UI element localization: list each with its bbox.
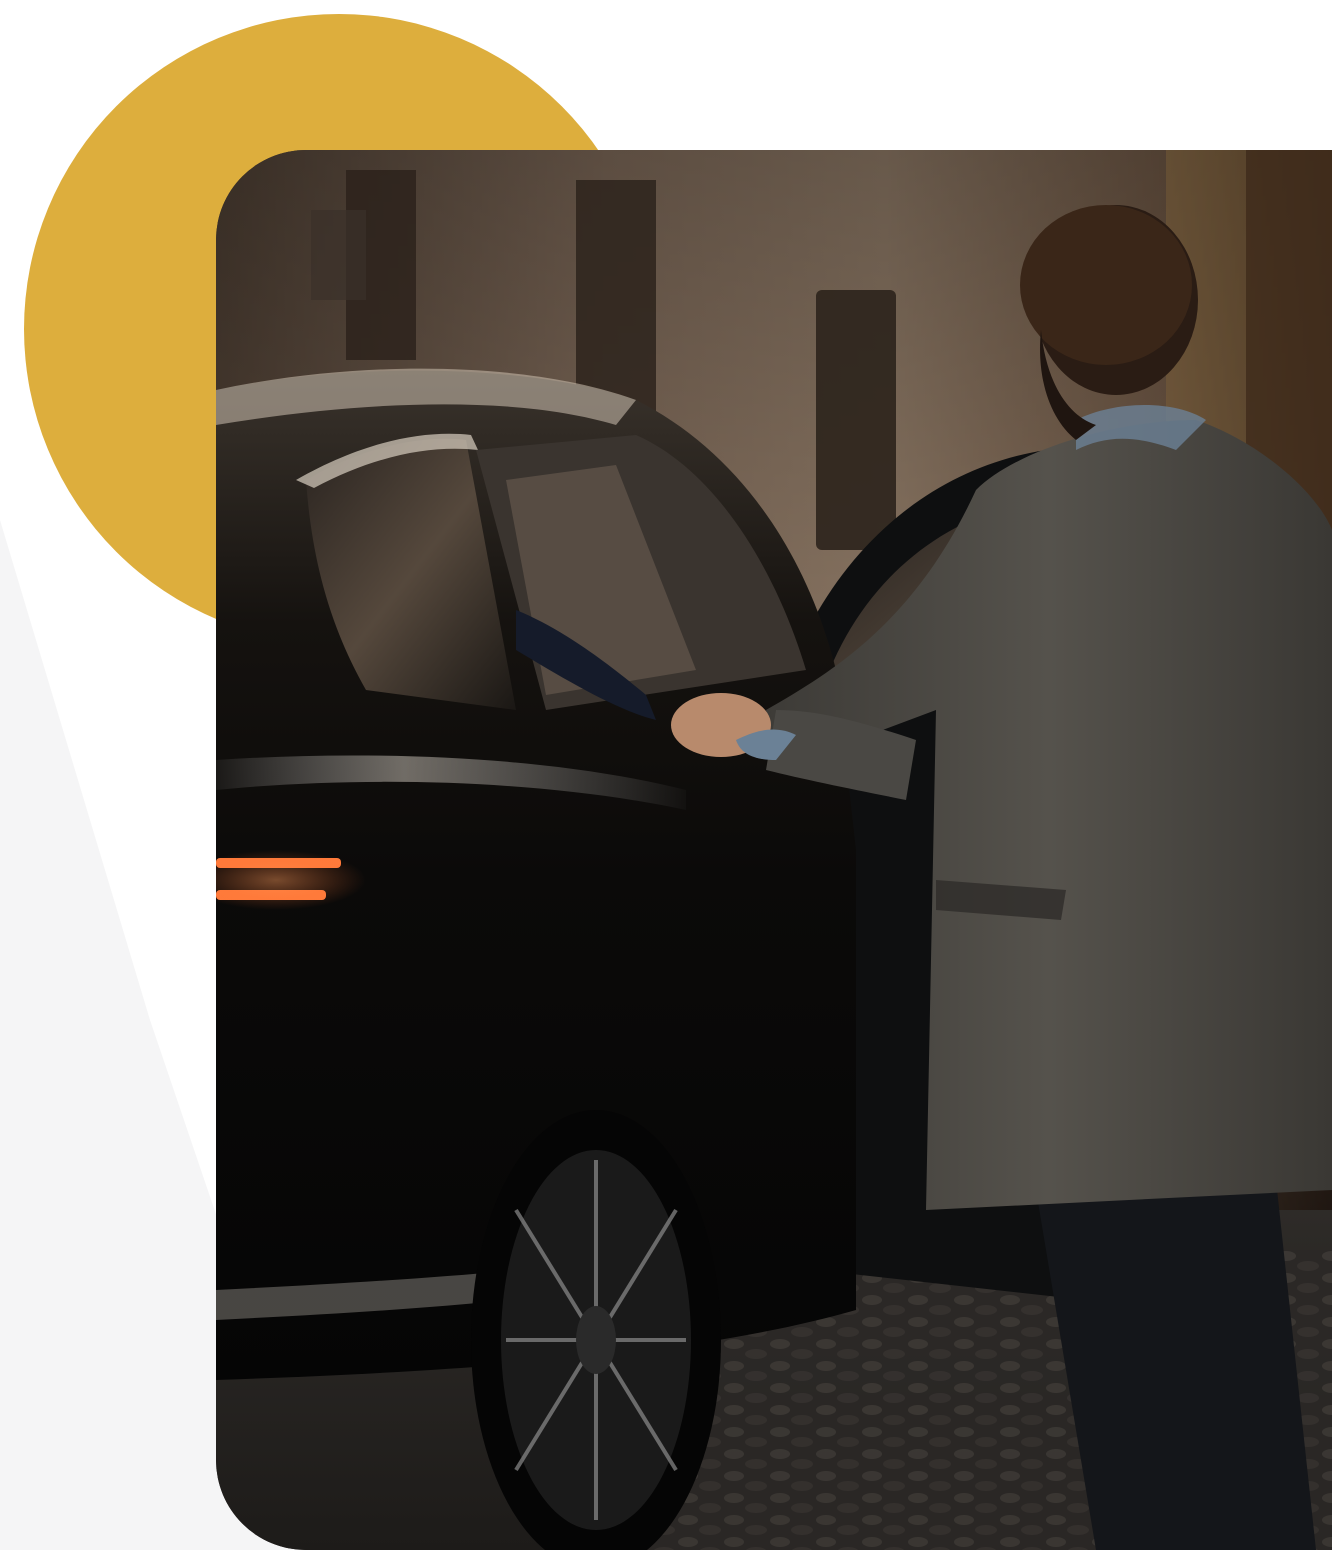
chauffeur-photo	[216, 150, 1332, 1550]
chauffeur-opening-car-door-image	[216, 150, 1332, 1550]
hero-visual	[0, 0, 1332, 1550]
